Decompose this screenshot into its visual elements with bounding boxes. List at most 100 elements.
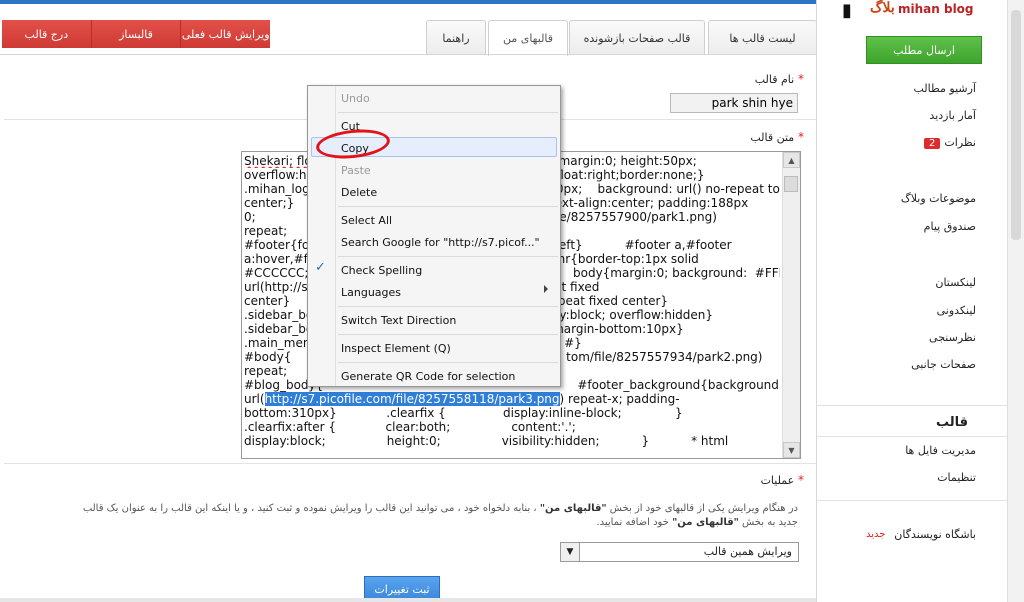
sidebar-divider	[817, 436, 1007, 437]
code-text: .clearfix:after { clear:both; content:'.…	[244, 420, 576, 434]
code-text: #footer{fon	[244, 238, 317, 252]
help-text: در هنگام ویرایش یکی از قالبهای خود از بخ…	[606, 503, 798, 514]
code-text: ext-align:center; padding:188px	[554, 196, 749, 210]
logo-text: mihan blog	[898, 2, 974, 16]
code-text: center}	[244, 294, 291, 308]
sidebar-item-settings[interactable]: تنظیمات	[937, 471, 976, 484]
help-text: خود اضافه نمایید.	[596, 517, 673, 528]
code-text: #footer_background{background:	[562, 378, 780, 392]
code-text: tom/file/8257557934/park2.png)	[566, 350, 763, 364]
menu-separator	[338, 256, 558, 257]
code-text: ay:block; overflow:hidden}	[552, 308, 714, 322]
code-text: body{margin:0; background: #FFFFFF	[572, 266, 780, 280]
operations-help-text: در هنگام ویرایش یکی از قالبهای خود از بخ…	[20, 502, 798, 530]
sidebar-item-comments[interactable]: نظرات2	[924, 136, 976, 149]
help-text: ، بنابه دلخواه خود ، می توانید این قالب …	[82, 503, 540, 514]
menu-item-undo[interactable]: Undo	[341, 92, 370, 105]
menu-item-check-spelling[interactable]: Check Spelling	[341, 264, 422, 277]
code-text: 0px; background: url() no-repeat top	[555, 182, 780, 196]
menu-item-select-all[interactable]: Select All	[341, 214, 392, 227]
scroll-up-icon[interactable]: ▲	[783, 152, 800, 168]
tab-my-templates[interactable]: قالبهای من	[488, 20, 568, 56]
required-marker: *	[798, 130, 804, 144]
code-text: center;}	[244, 196, 295, 210]
textarea-scrollbar[interactable]: ▲ ▼	[782, 152, 800, 458]
menu-item-search-google[interactable]: Search Google for "http://s7.picof..."	[341, 236, 540, 249]
comments-count-badge: 2	[924, 138, 941, 149]
logo-mark-icon: ▮	[842, 0, 852, 21]
code-text: repeat;	[244, 364, 288, 378]
code-line: bottom:310px} .clearfix { display:inline…	[244, 406, 780, 420]
scrollbar-thumb[interactable]	[1011, 10, 1021, 240]
template-text-label: متن قالب	[750, 131, 795, 144]
code-text: #body{	[244, 350, 292, 364]
template-name-label-row: نام قالب *	[755, 72, 804, 86]
menu-item-paste[interactable]: Paste	[341, 164, 371, 177]
code-text: overflow:hi	[244, 168, 310, 182]
operations-label-row: عملیات *	[761, 473, 804, 487]
code-text: peat fixed center}	[557, 294, 669, 308]
code-text: a:hover,#f	[244, 252, 308, 266]
edit-current-template-button[interactable]: ویرایش قالب فعلی	[181, 20, 271, 48]
submenu-arrow-icon	[544, 285, 548, 293]
sidebar-item-inbox[interactable]: صندوق پیام	[924, 220, 976, 233]
code-text: left} #footer a,#footer	[555, 238, 732, 252]
tab-popup-templates[interactable]: قالب صفحات بازشونده	[569, 20, 705, 55]
menu-item-delete[interactable]: Delete	[341, 186, 377, 199]
help-text: جدید به بخش	[738, 517, 798, 528]
code-text: ) repeat-x; padding-	[559, 392, 680, 406]
operation-select[interactable]: ▼ ویرایش همین قالب	[560, 542, 799, 562]
required-marker: *	[798, 72, 804, 86]
tab-help[interactable]: راهنما	[426, 20, 486, 55]
scrollbar-thumb[interactable]	[784, 176, 798, 192]
template-text-label-row: متن قالب *	[750, 130, 804, 144]
sidebar-item-file-manager[interactable]: مدیریت فایل ها	[905, 444, 976, 457]
sidebar-item-links[interactable]: لینکستان	[935, 276, 976, 289]
menu-separator	[338, 306, 558, 307]
code-text: margin-bottom:10px}	[552, 322, 684, 336]
code-text: Shekari; flo	[244, 154, 312, 168]
checkmark-icon: ✓	[315, 260, 326, 275]
sidebar-item-pages[interactable]: صفحات جانبی	[911, 358, 976, 371]
help-text-bold: "قالبهای من"	[672, 517, 739, 528]
menu-item-languages[interactable]: Languages	[341, 286, 401, 299]
chevron-down-icon[interactable]: ▼	[561, 543, 580, 561]
sidebar-item-linkdump[interactable]: لینکدونی	[937, 304, 976, 317]
sidebar-item-stats[interactable]: آمار بازدید	[929, 109, 976, 122]
sidebar-item-authors-club[interactable]: باشگاه نویسندگان	[894, 528, 976, 541]
sidebar-item-archive[interactable]: آرشیو مطالب	[913, 82, 976, 95]
code-text: e/8257557900/park1.png)	[559, 210, 717, 224]
page-scrollbar[interactable]	[1007, 0, 1024, 602]
menu-gutter	[335, 86, 336, 386]
menu-item-qr-code[interactable]: Generate QR Code for selection	[341, 370, 515, 383]
sidebar-item-polls[interactable]: نظرسنجی	[929, 331, 976, 344]
tab-template-list[interactable]: لیست قالب ها	[708, 20, 817, 55]
code-line: url(http://s7.picofile.com/file/82575581…	[244, 392, 780, 406]
template-name-label: نام قالب	[754, 73, 795, 86]
code-text: repeat;	[244, 224, 288, 238]
code-text: #}	[564, 336, 582, 350]
template-name-input[interactable]	[670, 93, 798, 113]
selected-url-text: http://s7.picofile.com/file/8257558118/p…	[264, 392, 560, 406]
template-builder-button[interactable]: قالبساز	[91, 20, 182, 48]
mihan-blog-logo[interactable]: ▮ بلاگ mihan blog	[840, 0, 1000, 24]
menu-separator	[338, 206, 558, 207]
code-text: .sidebar_bo	[244, 308, 314, 322]
sidebar-item-categories[interactable]: موضوعات وبلاگ	[901, 192, 976, 205]
menu-item-inspect[interactable]: Inspect Element (Q)	[341, 342, 451, 355]
code-text: bottom:310px} .clearfix { display:inline…	[244, 406, 683, 420]
insert-template-button[interactable]: درج قالب	[2, 20, 92, 48]
code-text: #CCCCCC;h	[244, 266, 316, 280]
menu-item-switch-direction[interactable]: Switch Text Direction	[341, 314, 456, 327]
send-post-button[interactable]: ارسال مطلب	[866, 36, 982, 64]
sidebar-item-label: نظرات	[944, 136, 976, 149]
code-text: url(http://s	[244, 280, 308, 294]
code-text: {float:right;border:none;}	[548, 168, 705, 182]
menu-separator	[338, 362, 558, 363]
operations-label: عملیات	[760, 474, 795, 487]
sidebar-section-template: قالب	[935, 415, 968, 430]
code-text: .hr{border-top:1px solid	[553, 252, 699, 266]
scroll-down-icon[interactable]: ▼	[783, 442, 800, 458]
code-text: url(	[244, 392, 265, 406]
code-text: .sidebar_bo	[244, 322, 314, 336]
